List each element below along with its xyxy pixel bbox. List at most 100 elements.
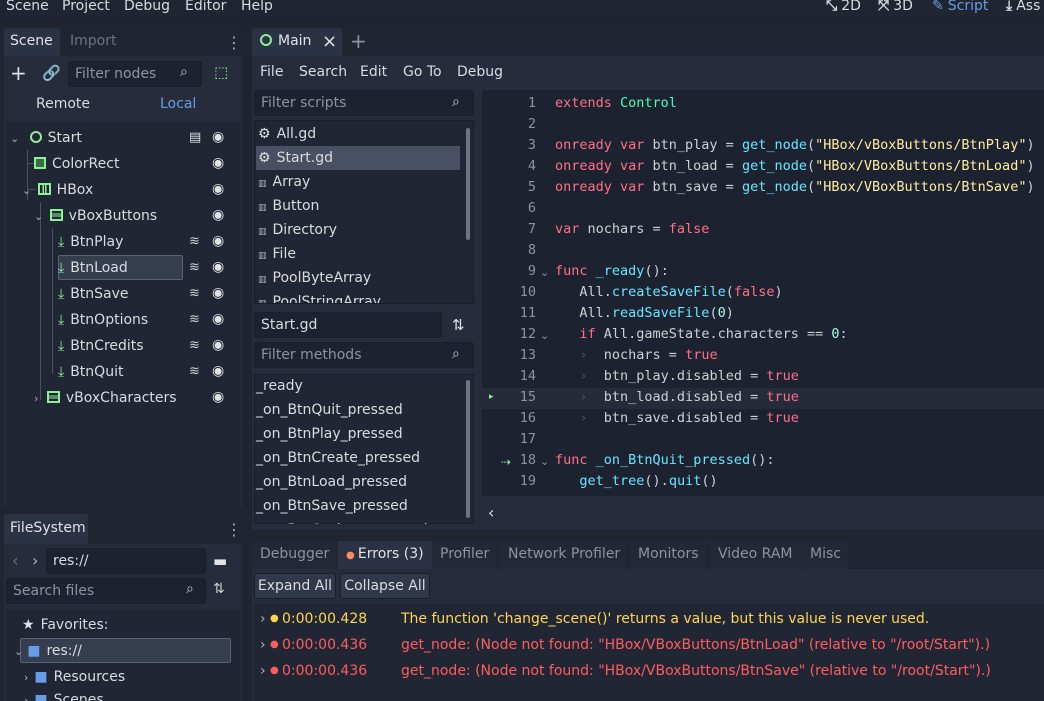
- visibility-eye-icon[interactable]: ◉: [212, 233, 224, 249]
- menu-editor[interactable]: Editor: [185, 0, 226, 14]
- remote-toggle[interactable]: Remote: [36, 96, 90, 112]
- favorites-item[interactable]: ★ Favorites:: [22, 613, 109, 637]
- line-number[interactable]: 15: [502, 389, 536, 405]
- visibility-eye-icon[interactable]: ◉: [212, 389, 224, 405]
- dock-menu-icon[interactable]: ⋮: [226, 33, 242, 52]
- visibility-eye-icon[interactable]: ◉: [212, 311, 224, 327]
- line-number[interactable]: 13: [502, 347, 536, 363]
- line-number[interactable]: 1: [502, 95, 536, 111]
- line-number[interactable]: 17: [502, 431, 536, 447]
- bottom-tab-monitors[interactable]: Monitors: [630, 541, 707, 569]
- method-list-scrollbar[interactable]: [466, 380, 470, 518]
- script-item-button[interactable]: ▥ Button: [256, 194, 460, 218]
- line-number[interactable]: 5: [502, 179, 536, 195]
- split-view-icon[interactable]: ▬: [213, 552, 227, 570]
- line-number[interactable]: 3: [502, 137, 536, 153]
- filter-scripts-input[interactable]: Filter scripts: [254, 90, 474, 116]
- method-item[interactable]: _on_BtnLoad_pressed: [256, 470, 460, 494]
- tree-node-btnquit[interactable]: ⤓ BtnQuit: [58, 360, 123, 384]
- visibility-eye-icon[interactable]: ◉: [212, 363, 224, 379]
- search-files-input[interactable]: Search files: [6, 578, 206, 604]
- line-number[interactable]: 18: [502, 452, 536, 468]
- code-line[interactable]: onready var btn_save = get_node("HBox/VB…: [555, 179, 1035, 195]
- script-item-poolbytearray[interactable]: ▥ PoolByteArray: [256, 266, 460, 290]
- workspace-2d-button[interactable]: ⤡ 2D: [826, 0, 861, 14]
- workspace-script-button[interactable]: ✎ Script: [932, 0, 988, 14]
- visibility-eye-icon[interactable]: ◉: [212, 181, 224, 197]
- bottom-tab-profiler[interactable]: Profiler: [432, 541, 498, 569]
- line-number[interactable]: 19: [502, 473, 536, 489]
- code-line[interactable]: › nochars = true: [555, 347, 717, 363]
- fold-arrow-icon[interactable]: ⌄: [540, 329, 549, 342]
- code-line[interactable]: if All.gameState.characters == 0:: [555, 326, 847, 342]
- method-item[interactable]: _on_BtnCreate_pressed: [256, 446, 460, 470]
- script-item-file[interactable]: ▥ File: [256, 242, 460, 266]
- visibility-eye-icon[interactable]: ◉: [212, 155, 224, 171]
- back-arrow-icon[interactable]: ‹: [12, 551, 18, 570]
- tree-node-btncredits[interactable]: ⤓ BtnCredits: [58, 334, 144, 358]
- method-item[interactable]: _on_BtnPlay_pressed: [256, 422, 460, 446]
- toggle-scripts-panel-icon[interactable]: ‹: [488, 503, 494, 522]
- menu-scene[interactable]: Scene: [6, 0, 49, 14]
- tree-node-btnsave[interactable]: ⤓ BtnSave: [58, 282, 129, 306]
- tree-node-btnplay[interactable]: ⤓ BtnPlay: [58, 230, 123, 254]
- signal-icon[interactable]: ≋: [189, 260, 200, 275]
- new-tab-icon[interactable]: +: [350, 29, 367, 53]
- script-attached-icon[interactable]: ▤: [189, 130, 201, 145]
- workspace-assetlib-button[interactable]: ⤓ Ass: [1006, 0, 1040, 14]
- script-menu-debug[interactable]: Debug: [457, 64, 503, 80]
- code-line[interactable]: onready var btn_load = get_node("HBox/VB…: [555, 158, 1035, 174]
- res-root-item[interactable]: ⌄ ■ res://: [14, 639, 82, 663]
- line-number[interactable]: 14: [502, 368, 536, 384]
- code-line[interactable]: › btn_load.disabled = true: [555, 389, 798, 405]
- error-row[interactable]: › ● 0:00:00.428 The function 'change_scene(…: [256, 606, 1044, 632]
- instance-scene-icon[interactable]: ⬚: [214, 63, 228, 81]
- code-line[interactable]: func _ready():: [555, 263, 669, 279]
- chevron-right-icon[interactable]: ›: [260, 658, 266, 684]
- code-line[interactable]: extends Control: [555, 95, 677, 111]
- script-item-all[interactable]: ⚙ All.gd: [256, 122, 460, 146]
- code-line[interactable]: onready var btn_play = get_node("HBox/vB…: [555, 137, 1035, 153]
- line-number[interactable]: 12: [502, 326, 536, 342]
- script-menu-search[interactable]: Search: [299, 64, 347, 80]
- chevron-right-icon[interactable]: ›: [260, 606, 266, 632]
- line-number[interactable]: 4: [502, 158, 536, 174]
- code-line[interactable]: func _on_BtnQuit_pressed():: [555, 452, 774, 468]
- bottom-tab-misc[interactable]: Misc: [802, 541, 849, 569]
- bottom-tab-errors-3[interactable]: ● Errors (3): [338, 541, 432, 569]
- line-number[interactable]: 9: [502, 263, 536, 279]
- tree-node-btnoptions[interactable]: ⤓ BtnOptions: [58, 308, 148, 332]
- tree-node-colorrect[interactable]: ColorRect: [34, 152, 119, 176]
- error-row[interactable]: › ● 0:00:00.436 get_node: (Node not found: …: [256, 632, 1044, 658]
- visibility-eye-icon[interactable]: ◉: [212, 259, 224, 275]
- signal-icon[interactable]: ≋: [189, 234, 200, 249]
- script-item-start[interactable]: ⚙ Start.gd: [256, 146, 460, 170]
- local-toggle[interactable]: Local: [160, 96, 196, 112]
- tree-node-vboxbuttons[interactable]: ⌄ vBoxButtons: [34, 204, 157, 228]
- code-line[interactable]: › btn_save.disabled = true: [555, 410, 798, 426]
- tab-scene[interactable]: Scene: [10, 33, 53, 49]
- sort-icon[interactable]: ⇅: [213, 581, 225, 597]
- visibility-eye-icon[interactable]: ◉: [212, 285, 224, 301]
- tree-node-start[interactable]: ⌄ Start: [10, 126, 82, 150]
- menu-debug[interactable]: Debug: [124, 0, 170, 14]
- path-input[interactable]: res://: [46, 548, 206, 574]
- menu-help[interactable]: Help: [241, 0, 273, 14]
- code-line[interactable]: get_tree().quit(): [555, 473, 717, 489]
- visibility-eye-icon[interactable]: ◉: [212, 337, 224, 353]
- visibility-eye-icon[interactable]: ◉: [212, 207, 224, 223]
- line-number[interactable]: 2: [502, 116, 536, 132]
- line-number[interactable]: 10: [502, 284, 536, 300]
- tree-node-vboxcharacters[interactable]: › vBoxCharacters: [34, 386, 177, 410]
- expand-all-button[interactable]: Expand All: [254, 573, 336, 599]
- add-node-icon[interactable]: +: [10, 61, 27, 85]
- forward-arrow-icon[interactable]: ›: [32, 551, 38, 570]
- line-number[interactable]: 11: [502, 305, 536, 321]
- tree-node-hbox[interactable]: ⌄ HBox: [22, 178, 93, 202]
- close-icon[interactable]: ×: [322, 31, 337, 52]
- error-row[interactable]: › ● 0:00:00.436 get_node: (Node not found: …: [256, 658, 1044, 684]
- dock-menu-icon[interactable]: ⋮: [226, 520, 242, 539]
- code-line[interactable]: All.createSaveFile(false): [555, 284, 782, 300]
- method-item[interactable]: _on_BtnQuit_pressed: [256, 398, 460, 422]
- sort-icon[interactable]: ⇅: [452, 316, 465, 334]
